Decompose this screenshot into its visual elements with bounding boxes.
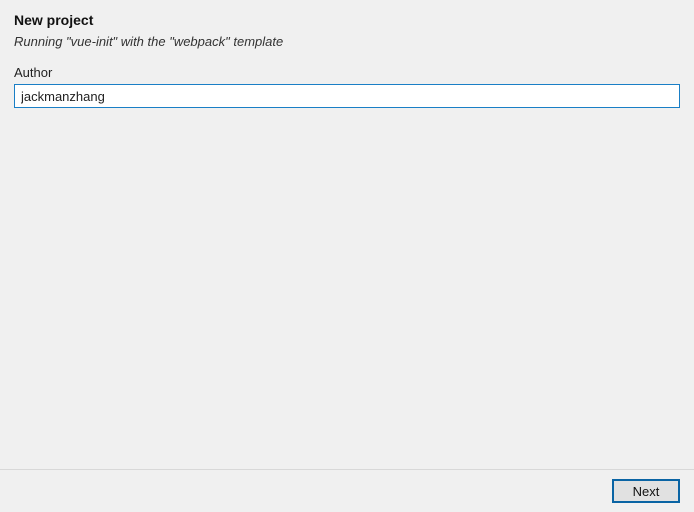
- author-input[interactable]: [14, 84, 680, 108]
- page-title: New project: [14, 12, 680, 28]
- author-label: Author: [14, 65, 680, 80]
- page-subtitle: Running "vue-init" with the "webpack" te…: [14, 34, 680, 49]
- main-content: New project Running "vue-init" with the …: [0, 0, 694, 469]
- next-button[interactable]: Next: [612, 479, 680, 503]
- footer-bar: Next: [0, 469, 694, 512]
